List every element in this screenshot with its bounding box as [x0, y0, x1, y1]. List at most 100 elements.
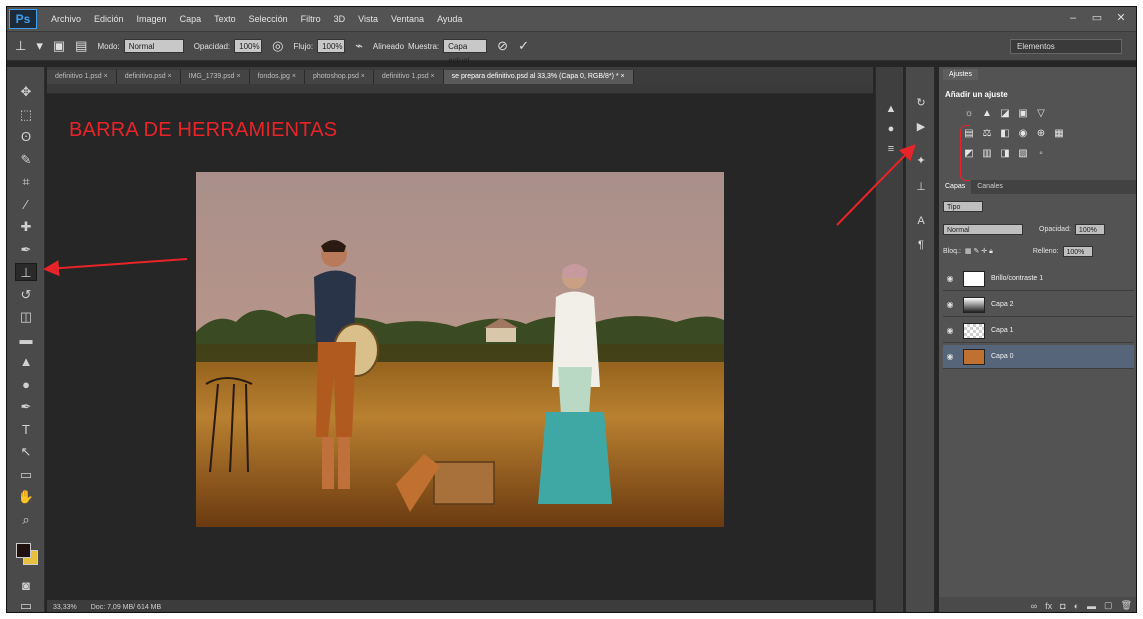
menu-item-10[interactable]: Ayuda	[437, 14, 462, 24]
quick-mask-icon[interactable]: ◙	[15, 577, 37, 595]
brush-preset-icon[interactable]: ▾	[36, 38, 43, 54]
flow-field[interactable]: 100%	[317, 39, 346, 53]
path-select-icon[interactable]: ↖	[15, 443, 37, 461]
hand-icon[interactable]: ✋	[15, 488, 37, 506]
clone-source-icon[interactable]: ▤	[75, 38, 87, 54]
menu-item-3[interactable]: Capa	[180, 14, 202, 24]
aligned-checkbox[interactable]: Alineado	[373, 42, 404, 51]
close-icon[interactable]: ✕	[1110, 10, 1132, 26]
pressure-size-icon[interactable]: ✓	[518, 38, 529, 54]
menu-item-7[interactable]: 3D	[334, 14, 346, 24]
gradient-map-icon[interactable]: ◦	[1033, 147, 1049, 161]
brush-icon[interactable]: ✒	[15, 241, 37, 259]
opacity-field[interactable]: 100%	[234, 39, 263, 53]
sample-select[interactable]: Capa actual	[443, 39, 488, 65]
selective-color-icon[interactable]: ▧	[1015, 147, 1031, 161]
adjustments-tab[interactable]: Ajustes	[943, 69, 978, 80]
zoom-icon[interactable]: ⌕	[15, 511, 37, 529]
curves-icon[interactable]: ◪	[997, 107, 1013, 121]
menu-item-0[interactable]: Archivo	[51, 14, 81, 24]
layer-row[interactable]: ◉ Brillo/contraste 1	[943, 267, 1134, 291]
info-icon[interactable]: ●	[882, 121, 900, 137]
healing-brush-icon[interactable]: ✚	[15, 218, 37, 236]
zoom-level[interactable]: 33,33%	[53, 604, 77, 611]
document-tab[interactable]: definitivo 1.psd ×	[373, 70, 444, 84]
menu-item-1[interactable]: Edición	[94, 14, 124, 24]
marquee-icon[interactable]: ⬚	[15, 106, 37, 124]
document-tab[interactable]: fondos.jpg ×	[249, 70, 305, 84]
posterize-icon[interactable]: ▥	[979, 147, 995, 161]
properties-icon[interactable]: ≡	[882, 141, 900, 157]
eyedropper-icon[interactable]: ⁄	[15, 196, 37, 214]
layer-opacity-field[interactable]: 100%	[1074, 223, 1105, 235]
document-tab[interactable]: photoshop.psd ×	[304, 70, 374, 84]
eraser-icon[interactable]: ◫	[15, 308, 37, 326]
layer-kind-select[interactable]: Tipo	[943, 200, 983, 212]
clone-stamp-icon[interactable]: ⊥	[15, 263, 37, 281]
move-icon[interactable]: ✥	[15, 83, 37, 101]
fx-icon[interactable]: fx	[1045, 601, 1052, 611]
menu-item-5[interactable]: Selección	[249, 14, 288, 24]
character-icon[interactable]: A	[912, 213, 930, 229]
adjustment-layer-icon[interactable]: ◐	[1074, 601, 1079, 611]
lasso-icon[interactable]: ʘ	[15, 128, 37, 146]
history-icon[interactable]: ↻	[912, 95, 930, 111]
document-tab[interactable]: se prepara definitivo.psd al 33,3% (Capa…	[443, 70, 634, 84]
blur-icon[interactable]: ▲	[15, 353, 37, 371]
menu-item-8[interactable]: Vista	[358, 14, 378, 24]
mask-icon[interactable]: ◘	[1060, 601, 1065, 611]
restore-icon[interactable]: ▭	[1086, 10, 1108, 26]
history-brush-icon[interactable]: ↺	[15, 286, 37, 304]
minimize-icon[interactable]: –	[1062, 10, 1084, 26]
fill-field[interactable]: 100%	[1062, 245, 1093, 257]
color-balance-icon[interactable]: ⚖	[979, 127, 995, 141]
link-layers-icon[interactable]: ∞	[1031, 601, 1037, 611]
layer-row[interactable]: ◉ Capa 0	[943, 345, 1134, 369]
crop-icon[interactable]: ⌗	[15, 173, 37, 191]
pen-icon[interactable]: ✒	[15, 398, 37, 416]
vibrance-icon[interactable]: ▽	[1033, 107, 1049, 121]
gradient-icon[interactable]: ▬	[15, 331, 37, 349]
brightness-icon[interactable]: ☼	[961, 107, 977, 121]
visibility-eye-icon[interactable]: ◉	[943, 352, 957, 361]
quick-select-icon[interactable]: ✎	[15, 151, 37, 169]
actions-icon[interactable]: ▶	[912, 119, 930, 135]
dodge-icon[interactable]: ●	[15, 376, 37, 394]
trash-icon[interactable]: 🗑︎	[1121, 600, 1132, 611]
new-layer-icon[interactable]: ▢	[1104, 600, 1113, 611]
airbrush-icon[interactable]: ⌁	[355, 38, 363, 54]
exposure-icon[interactable]: ▣	[1015, 107, 1031, 121]
menu-item-2[interactable]: Imagen	[137, 14, 167, 24]
ignore-adjustment-icon[interactable]: ⊘	[497, 38, 508, 54]
screen-mode-icon[interactable]: ▭	[15, 597, 37, 612]
clone-source-panel-icon[interactable]: ⊥	[912, 179, 930, 195]
menu-item-9[interactable]: Ventana	[391, 14, 424, 24]
mode-select[interactable]: Normal	[123, 39, 184, 53]
threshold-icon[interactable]: ◨	[997, 147, 1013, 161]
layer-row[interactable]: ◉ Capa 2	[943, 293, 1134, 317]
levels-icon[interactable]: ▲	[979, 107, 995, 121]
tab-channels[interactable]: Canales	[971, 180, 1009, 194]
lock-icons[interactable]: ▦ ✎ ✛ 🔒︎	[965, 247, 993, 256]
layer-row[interactable]: ◉ Capa 1	[943, 319, 1134, 343]
color-lookup-icon[interactable]: ▦	[1051, 127, 1067, 141]
type-icon[interactable]: T	[15, 421, 37, 439]
document-tab[interactable]: definitivo 1.psd ×	[47, 70, 117, 84]
group-icon[interactable]: ▬	[1087, 601, 1096, 611]
document-photo[interactable]	[196, 172, 724, 527]
menu-item-6[interactable]: Filtro	[301, 14, 321, 24]
toggle-brush-panel-icon[interactable]: ▣	[53, 38, 65, 54]
visibility-eye-icon[interactable]: ◉	[943, 274, 957, 283]
foreground-color-swatch[interactable]	[16, 543, 31, 558]
pressure-opacity-icon[interactable]: ◎	[272, 38, 283, 54]
shape-icon[interactable]: ▭	[15, 466, 37, 484]
document-tab[interactable]: IMG_1739.psd ×	[180, 70, 250, 84]
histogram-icon[interactable]: ▲	[882, 101, 900, 117]
tab-layers[interactable]: Capas	[939, 180, 972, 194]
photo-filter-icon[interactable]: ◉	[1015, 127, 1031, 141]
blend-mode-select[interactable]: Normal	[943, 223, 1023, 235]
doc-size[interactable]: Doc: 7,09 MB/ 614 MB	[91, 604, 161, 611]
clone-stamp-tool-icon[interactable]: ⊥	[15, 38, 26, 54]
document-tab[interactable]: definitivo.psd ×	[116, 70, 181, 84]
bw-icon[interactable]: ◧	[997, 127, 1013, 141]
